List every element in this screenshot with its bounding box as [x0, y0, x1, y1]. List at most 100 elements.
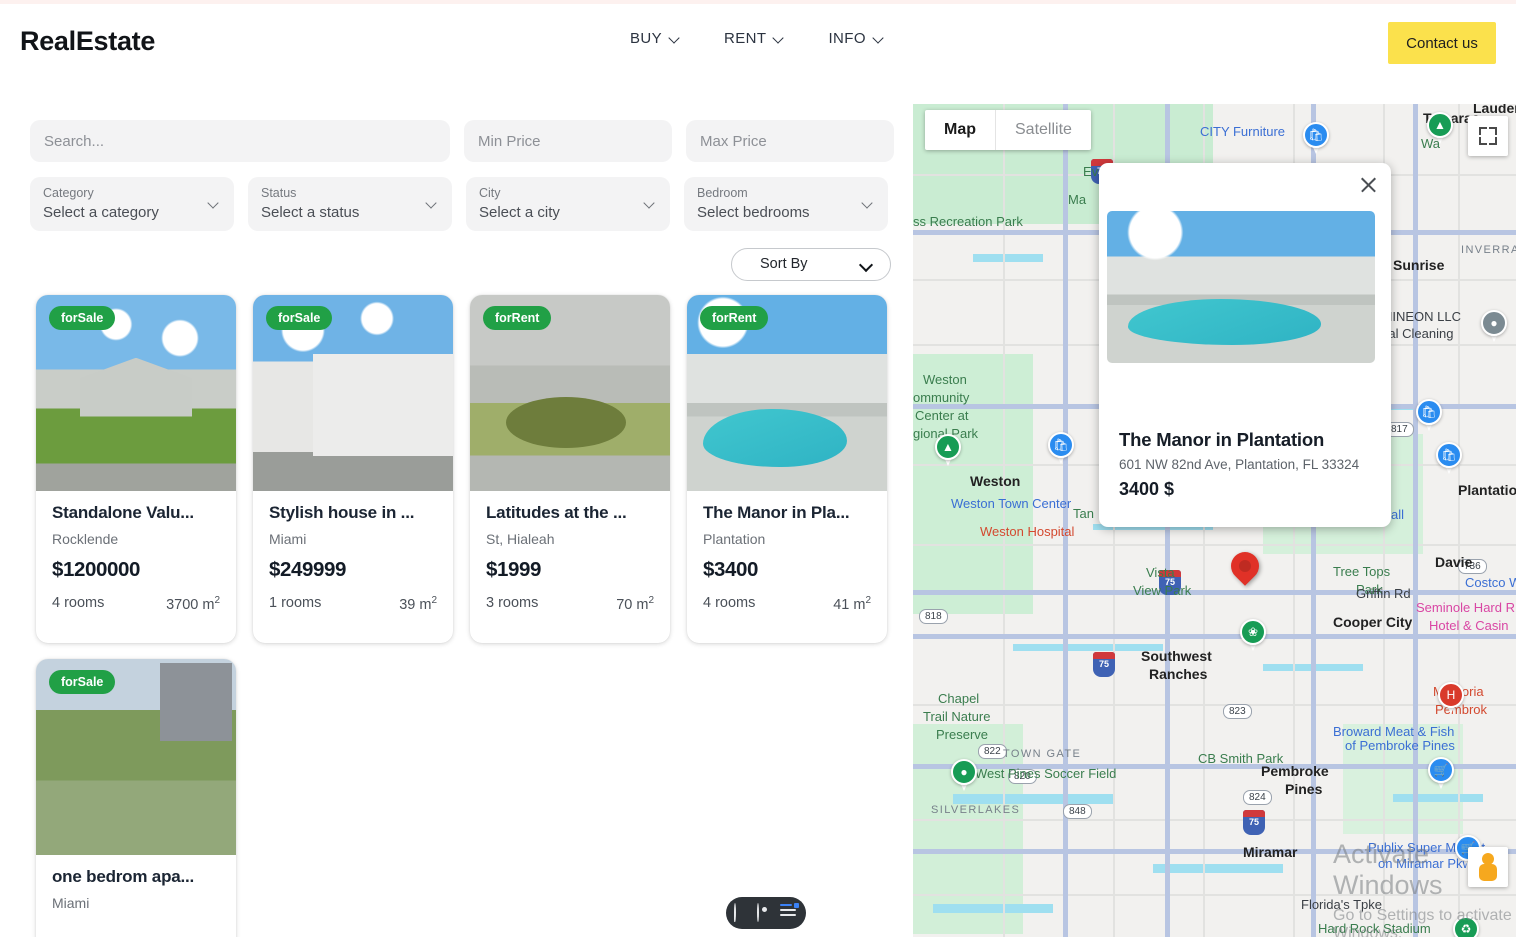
map-label: Miramar	[1243, 844, 1298, 860]
popup-title: The Manor in Plantation	[1119, 429, 1325, 450]
map-pin-blue[interactable]: 🛒	[1428, 757, 1454, 791]
bedroom-select-label: Bedroom	[697, 186, 748, 200]
category-select-value: Select a category	[43, 204, 159, 221]
eye-icon[interactable]	[756, 903, 775, 922]
status-select-value: Select a status	[261, 204, 360, 221]
map-tab-satellite[interactable]: Satellite	[995, 110, 1091, 150]
brand-logo[interactable]: RealEstate	[20, 26, 155, 57]
listing-details: Stylish house in ... Miami $249999 1 rooms 3…	[253, 491, 453, 643]
map-pin-blue[interactable]: 🛍	[1436, 442, 1462, 476]
map-label: Costco W	[1465, 575, 1516, 590]
map-pin-green[interactable]: ▲	[1427, 112, 1453, 146]
listing-city: Rocklende	[52, 531, 119, 547]
listing-meta: 3 rooms 70 m2	[486, 595, 654, 613]
map-pin-glyph: ❀	[1240, 619, 1266, 645]
category-select[interactable]: Category Select a category	[30, 177, 234, 231]
listing-photo: forSale	[36, 659, 236, 855]
listing-card[interactable]: forSale Standalone Valu... Rocklende $12000…	[36, 295, 236, 643]
status-select[interactable]: Status Select a status	[248, 177, 452, 231]
max-price-input[interactable]	[686, 120, 894, 162]
map-pin-green[interactable]: ♻	[1453, 916, 1479, 937]
status-badge: forSale	[266, 306, 333, 330]
close-icon[interactable]	[1357, 174, 1379, 196]
map-pin-glyph: ●	[951, 759, 977, 785]
map-label: TOWN GATE	[1003, 748, 1082, 760]
map-label: SILVERLAKES	[931, 804, 1021, 816]
nav-item-buy[interactable]: BUY	[630, 30, 680, 47]
map-pin-glyph: H	[1438, 682, 1464, 708]
listing-city: Miami	[52, 895, 90, 911]
listing-meta: 4 rooms 3700 m2	[52, 595, 220, 613]
listing-rooms: 4 rooms	[703, 595, 756, 611]
map-pin-gray[interactable]: ●	[1481, 310, 1507, 344]
map-label: Chapel	[938, 691, 980, 706]
chevron-down-icon	[645, 199, 654, 208]
listing-photo: forRent	[470, 295, 670, 491]
map-info-popup[interactable]: The Manor in Plantation 601 NW 82nd Ave,…	[1099, 163, 1391, 527]
listing-card[interactable]: forSale Stylish house in ... Miami $249999 1…	[253, 295, 453, 643]
listing-card[interactable]: forRent The Manor in Pla... Plantation $340…	[687, 295, 887, 643]
search-input[interactable]	[30, 120, 450, 162]
map-label: Seminole Hard R	[1416, 600, 1515, 615]
map-pin-green[interactable]: ●	[951, 759, 977, 793]
map-label: Ranches	[1149, 666, 1208, 682]
listing-card[interactable]: forSale one bedrom apa... Miami	[36, 659, 236, 937]
fullscreen-icon[interactable]	[1468, 116, 1508, 156]
chevron-down-icon	[209, 199, 218, 208]
map-label: Broward Meat & Fish	[1333, 724, 1455, 739]
map-label: Pembroke	[1261, 763, 1329, 779]
map-label: INVERRARY	[1461, 244, 1516, 256]
floating-toolbar[interactable]	[726, 897, 806, 929]
map-pin-glyph: 🛍	[1048, 432, 1074, 458]
listing-photo: forRent	[687, 295, 887, 491]
map-label: Weston	[970, 473, 1021, 489]
map-label: Pines	[1285, 781, 1323, 797]
map-label: all	[1391, 507, 1405, 522]
map-pin-blue[interactable]: 🛍	[1416, 399, 1442, 433]
map-pin-glyph: ●	[1481, 310, 1507, 336]
status-badge: forRent	[700, 306, 769, 330]
route-shield: 848	[1063, 804, 1092, 819]
listing-details: The Manor in Pla... Plantation $3400 4 room…	[687, 491, 887, 643]
listing-rooms: 4 rooms	[52, 595, 105, 611]
chevron-down-icon	[427, 199, 436, 208]
listing-photo: forSale	[36, 295, 236, 491]
map-label: Florida's Tpke	[1301, 897, 1382, 912]
chevron-down-icon	[874, 34, 884, 44]
map-tab-map[interactable]: Map	[925, 110, 995, 150]
app-root: RealEstate BUY RENT INFO Contact us Sear…	[0, 0, 1516, 937]
map-pin-blue[interactable]: 🛍	[1048, 432, 1074, 466]
map-label: Griffin Rd	[1356, 586, 1411, 601]
chat-bubble-icon[interactable]	[733, 903, 752, 922]
map-label: Cooper City	[1333, 614, 1413, 630]
map-pin-green[interactable]: ▲	[935, 434, 961, 468]
map-label: Hotel & Casin	[1429, 618, 1509, 633]
map-pin-green[interactable]: ❀	[1240, 619, 1266, 653]
map-type-control[interactable]: Map Satellite	[925, 110, 1091, 150]
nav-item-info[interactable]: INFO	[828, 30, 883, 47]
sort-by-select[interactable]: Sort By	[731, 248, 891, 281]
bedroom-select-value: Select bedrooms	[697, 204, 810, 221]
contact-us-button[interactable]: Contact us	[1388, 22, 1496, 64]
bedroom-select[interactable]: Bedroom Select bedrooms	[684, 177, 888, 231]
nav-item-buy-label: BUY	[630, 30, 663, 47]
map-pin-glyph: ▲	[935, 434, 961, 460]
status-badge: forSale	[49, 306, 116, 330]
map-pin-blue[interactable]: 🛍	[1303, 122, 1329, 156]
map-label: Lauderd	[1473, 104, 1516, 116]
map-pin-red[interactable]: H	[1438, 682, 1464, 716]
status-badge: forRent	[483, 306, 552, 330]
city-select[interactable]: City Select a city	[466, 177, 670, 231]
listing-card-grid: forSale Standalone Valu... Rocklende $12000…	[36, 295, 896, 937]
listing-title: Latitudes at the ...	[486, 503, 627, 522]
listing-city: St, Hialeah	[486, 531, 555, 547]
selected-property-marker[interactable]	[1225, 546, 1265, 592]
map-label: Trail Nature	[923, 709, 991, 724]
menu-lines-icon[interactable]	[780, 903, 800, 922]
min-price-input[interactable]	[464, 120, 672, 162]
listing-price: $249999	[269, 558, 347, 581]
nav-item-rent[interactable]: RENT	[724, 30, 784, 47]
street-view-pegman-icon[interactable]	[1468, 847, 1508, 887]
listing-title: Standalone Valu...	[52, 503, 194, 522]
listing-card[interactable]: forRent Latitudes at the ... St, Hialeah $1…	[470, 295, 670, 643]
